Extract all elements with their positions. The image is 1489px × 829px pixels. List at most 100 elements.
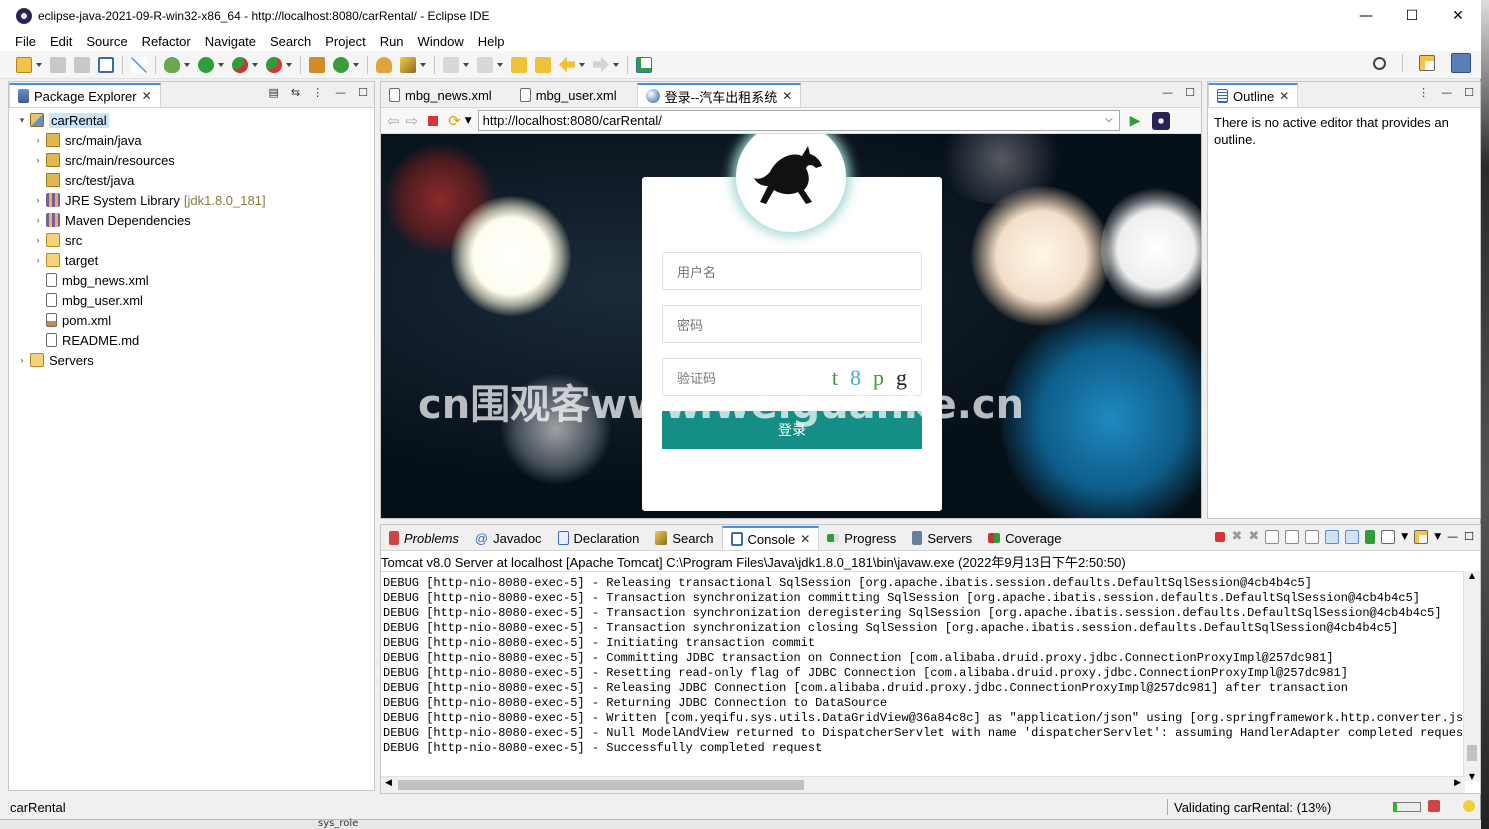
external-tools-dropdown-icon[interactable] (286, 62, 292, 67)
maximize-view-icon[interactable]: ☐ (1464, 530, 1474, 543)
status-progress-bar[interactable] (1393, 802, 1421, 812)
run-icon[interactable] (198, 56, 214, 73)
new-java-class-icon[interactable] (333, 56, 349, 73)
previous-annotation-dropdown-icon[interactable] (497, 62, 503, 67)
close-button[interactable]: ✕ (1435, 0, 1481, 31)
show-on-stdout-icon[interactable] (1325, 529, 1340, 544)
tab-coverage[interactable]: Coverage (980, 526, 1069, 550)
menu-navigate[interactable]: Navigate (198, 34, 263, 49)
tree-item-jre-system-library[interactable]: › JRE System Library [jdk1.8.0_181] (9, 190, 374, 210)
open-perspective-icon[interactable] (1419, 55, 1435, 71)
tree-item-maven-dependencies[interactable]: › Maven Dependencies (9, 210, 374, 230)
show-on-stderr-icon[interactable] (1345, 529, 1360, 544)
tree-item-carrental[interactable]: ▾ carRental (9, 110, 374, 130)
expand-toggle-icon[interactable]: › (33, 195, 43, 205)
link-with-editor-icon[interactable]: ⇆ (291, 86, 300, 99)
coverage-dropdown-icon[interactable] (252, 62, 258, 67)
close-icon[interactable]: ✕ (142, 89, 152, 103)
tree-item-src-main-java[interactable]: › src/main/java (9, 130, 374, 150)
tab-outline[interactable]: Outline ✕ (1208, 83, 1299, 107)
terminate-icon[interactable] (1215, 531, 1226, 542)
forward-arrow-icon[interactable]: ⇨ (406, 112, 419, 130)
scroll-up-icon[interactable]: ▲ (1464, 571, 1480, 580)
terminal-icon[interactable] (98, 56, 114, 73)
tab-javadoc[interactable]: @ Javadoc (467, 526, 550, 550)
menu-window[interactable]: Window (411, 34, 471, 49)
display-console-icon[interactable] (1381, 529, 1396, 544)
console-horizontal-scrollbar[interactable]: ◀ ▶ (381, 776, 1465, 793)
new-dropdown-icon[interactable] (36, 62, 42, 67)
scroll-thumb[interactable] (398, 780, 804, 790)
save-icon[interactable] (50, 56, 66, 73)
skip-breakpoints-icon[interactable] (131, 56, 147, 73)
next-annotation-icon[interactable] (443, 56, 459, 73)
pin-icon[interactable] (535, 56, 551, 73)
minimize-view-icon[interactable]: — (1162, 86, 1173, 99)
minimize-button[interactable]: — (1343, 0, 1389, 31)
new-java-package-icon[interactable] (309, 56, 325, 73)
tree-item-src-test-java[interactable]: src/test/java (9, 170, 374, 190)
tab-declaration[interactable]: Declaration (550, 526, 648, 550)
scroll-down-icon[interactable]: ▼ (1464, 772, 1480, 781)
tree-item-mbg-news-xml[interactable]: mbg_news.xml (9, 270, 374, 290)
clear-console-icon[interactable] (1265, 529, 1280, 544)
forward-icon[interactable] (593, 56, 609, 73)
tab-package-explorer[interactable]: Package Explorer ✕ (9, 83, 161, 107)
tab-login-page[interactable]: 登录--汽车出租系统 ✕ (636, 83, 802, 107)
pin-console-icon[interactable] (1365, 529, 1376, 544)
tip-icon[interactable] (1463, 800, 1475, 812)
debug-dropdown-icon[interactable] (184, 62, 190, 67)
scroll-left-icon[interactable]: ◀ (385, 778, 392, 788)
back-arrow-icon[interactable]: ⇦ (387, 112, 400, 130)
menu-refactor[interactable]: Refactor (135, 34, 198, 49)
open-console-dropdown-icon[interactable]: ▼ (1434, 532, 1441, 542)
view-menu-icon[interactable]: ⋮ (312, 86, 323, 99)
last-edit-location-icon[interactable] (511, 56, 527, 73)
collapse-all-icon[interactable]: ▤ (269, 86, 279, 99)
minimize-view-icon[interactable]: — (1447, 530, 1458, 543)
close-icon[interactable]: ✕ (800, 532, 810, 546)
menu-run[interactable]: Run (373, 34, 411, 49)
tab-search[interactable]: Search (647, 526, 721, 550)
expand-toggle-icon[interactable]: › (33, 155, 43, 165)
maximize-view-icon[interactable]: ☐ (358, 86, 368, 99)
minimize-view-icon[interactable]: — (335, 86, 346, 99)
menu-edit[interactable]: Edit (43, 34, 79, 49)
next-annotation-dropdown-icon[interactable] (463, 62, 469, 67)
back-icon[interactable] (559, 56, 575, 73)
coverage-run-icon[interactable] (232, 56, 248, 73)
username-input[interactable]: 用户名 (662, 252, 922, 290)
scroll-right-icon[interactable]: ▶ (1454, 778, 1461, 788)
search-task-icon[interactable] (400, 56, 416, 73)
scroll-thumb[interactable] (1467, 745, 1477, 761)
tree-item-src[interactable]: › src (9, 230, 374, 250)
menu-project[interactable]: Project (318, 34, 372, 49)
tab-progress[interactable]: Progress (819, 526, 904, 550)
forward-dropdown-icon[interactable] (613, 62, 619, 67)
tree-item-src-main-resources[interactable]: › src/main/resources (9, 150, 374, 170)
refresh-icon[interactable]: ⟳ (448, 112, 461, 130)
new-icon[interactable] (16, 56, 32, 73)
refresh-dropdown-icon[interactable]: ▼ (465, 116, 472, 126)
maximize-button[interactable]: ☐ (1389, 0, 1435, 31)
eclipse-browser-icon[interactable] (1152, 111, 1171, 130)
menu-file[interactable]: File (8, 34, 43, 49)
minimize-view-icon[interactable]: — (1441, 86, 1452, 99)
expand-toggle-icon[interactable]: › (33, 255, 43, 265)
search-dropdown-icon[interactable] (420, 62, 426, 67)
debug-icon[interactable] (164, 56, 180, 73)
url-dropdown-icon[interactable]: ⌵ (1105, 114, 1113, 125)
menu-source[interactable]: Source (79, 34, 134, 49)
run-dropdown-icon[interactable] (218, 62, 224, 67)
tree-item-readme-md[interactable]: README.md (9, 330, 374, 350)
expand-toggle-icon[interactable]: › (33, 135, 43, 145)
stop-icon[interactable] (428, 115, 439, 126)
java-ee-perspective-icon[interactable] (1451, 53, 1471, 73)
url-input[interactable]: http://localhost:8080/carRental/ ⌵ (477, 110, 1120, 131)
maximize-view-icon[interactable]: ☐ (1185, 86, 1195, 99)
expand-toggle-icon[interactable]: ▾ (17, 115, 27, 126)
expand-toggle-icon[interactable]: › (17, 355, 27, 365)
console-vertical-scrollbar[interactable]: ▲ ▼ (1463, 571, 1480, 781)
word-wrap-icon[interactable] (1305, 529, 1320, 544)
remove-all-launches-icon[interactable]: ✖ (1248, 529, 1259, 544)
